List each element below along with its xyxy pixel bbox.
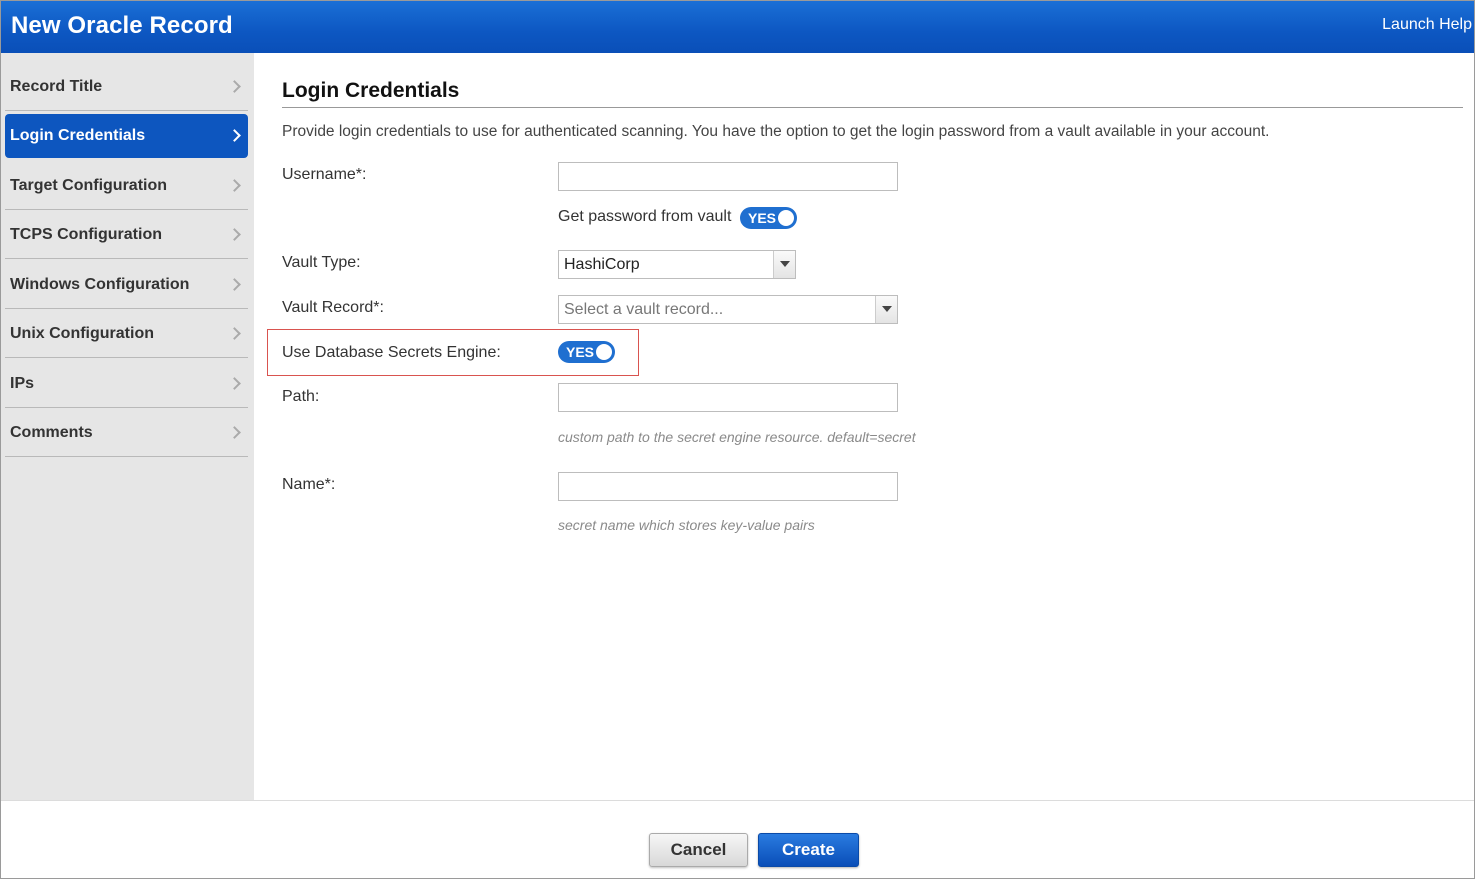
path-hint: custom path to the secret engine resourc… [558, 429, 916, 445]
chevron-right-icon [228, 326, 241, 340]
toggle-state-label: YES [566, 344, 595, 360]
dialog-title-bar: New Oracle Record Launch Help [1, 1, 1474, 53]
section-divider [282, 107, 1463, 108]
sidebar-item-windows-configuration[interactable]: Windows Configuration [5, 261, 248, 309]
chevron-right-icon [228, 376, 241, 390]
vault-type-label: Vault Type: [282, 254, 361, 271]
sidebar-item-comments[interactable]: Comments [5, 409, 248, 457]
chevron-down-icon [875, 296, 897, 323]
chevron-right-icon [228, 79, 241, 93]
toggle-knob [778, 210, 794, 226]
new-record-dialog: New Oracle Record Launch Help Record Tit… [0, 0, 1475, 879]
sidebar-item-label: Login Credentials [10, 127, 146, 144]
dialog-footer: Cancel Create [1, 800, 1474, 878]
launch-help-link[interactable]: Launch Help [1382, 16, 1472, 34]
section-title: Login Credentials [282, 79, 460, 102]
chevron-right-icon [228, 129, 241, 142]
vault-record-label: Vault Record*: [282, 299, 384, 316]
sidebar-item-label: Comments [10, 423, 93, 441]
vault-toggle-label: Get password from vault [558, 208, 732, 225]
form-panel: Login Credentials Provide login credenti… [254, 53, 1474, 800]
username-field[interactable] [558, 162, 898, 191]
username-label: Username*: [282, 166, 367, 183]
cancel-button[interactable]: Cancel [649, 833, 748, 867]
vault-record-placeholder: Select a vault record... [564, 301, 724, 318]
toggle-state-label: YES [748, 210, 777, 226]
vault-type-value: HashiCorp [564, 256, 640, 273]
secrets-engine-toggle[interactable]: YES [558, 341, 615, 363]
chevron-down-icon [773, 251, 795, 278]
sidebar-item-label: Target Configuration [10, 176, 168, 194]
name-field[interactable] [558, 472, 898, 501]
vault-record-select[interactable]: Select a vault record... [558, 295, 898, 324]
sidebar-item-target-configuration[interactable]: Target Configuration [5, 162, 248, 210]
wizard-sidebar: Record Title Login Credentials Target Co… [1, 53, 254, 800]
path-label: Path: [282, 388, 320, 405]
section-description: Provide login credentials to use for aut… [282, 123, 1270, 140]
vault-type-select[interactable]: HashiCorp [558, 250, 796, 279]
sidebar-item-tcps-configuration[interactable]: TCPS Configuration [5, 211, 248, 259]
chevron-right-icon [228, 227, 241, 241]
chevron-right-icon [228, 277, 241, 291]
sidebar-item-record-title[interactable]: Record Title [5, 63, 248, 111]
sidebar-item-unix-configuration[interactable]: Unix Configuration [5, 310, 248, 358]
create-button[interactable]: Create [758, 833, 859, 867]
name-label: Name*: [282, 476, 336, 493]
chevron-right-icon [228, 178, 241, 192]
vault-password-toggle[interactable]: YES [740, 207, 797, 229]
sidebar-item-label: Unix Configuration [10, 324, 154, 342]
sidebar-item-label: Record Title [10, 77, 103, 95]
sidebar-item-login-credentials[interactable]: Login Credentials [5, 114, 248, 158]
chevron-right-icon [228, 425, 241, 439]
sidebar-item-label: TCPS Configuration [10, 225, 162, 243]
toggle-knob [596, 344, 612, 360]
sidebar-item-label: Windows Configuration [10, 275, 190, 293]
secrets-engine-label: Use Database Secrets Engine: [282, 344, 501, 361]
name-hint: secret name which stores key-value pairs [558, 517, 815, 533]
sidebar-item-ips[interactable]: IPs [5, 360, 248, 408]
sidebar-item-label: IPs [10, 374, 35, 392]
path-field[interactable] [558, 383, 898, 412]
dialog-title: New Oracle Record [11, 12, 233, 39]
